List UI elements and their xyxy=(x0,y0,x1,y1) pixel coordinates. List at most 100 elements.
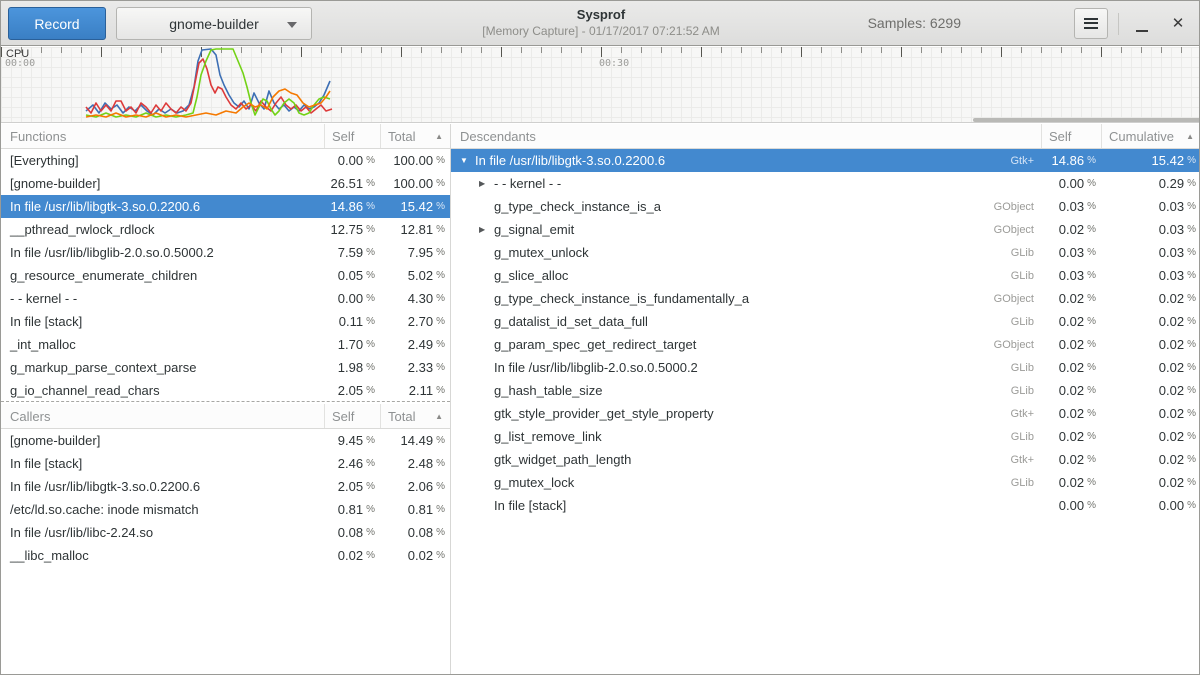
total-percent: 2.11% xyxy=(380,379,450,402)
expander-closed-icon[interactable]: ▶ xyxy=(479,225,494,234)
function-name: g_list_remove_link xyxy=(494,429,602,444)
function-name: g_type_check_instance_is_fundamentally_a xyxy=(494,291,749,306)
descendants-table-row[interactable]: gtk_style_provider_get_style_propertyGtk… xyxy=(451,402,1200,425)
column-header-self[interactable]: Self xyxy=(324,124,380,148)
sysprof-window: Record gnome-builder Sysprof [Memory Cap… xyxy=(0,0,1200,675)
self-percent: 0.00% xyxy=(1041,172,1101,195)
function-name: In file [stack] xyxy=(1,452,324,475)
column-header-descendants[interactable]: Descendants xyxy=(451,124,1041,148)
cumulative-percent: 0.02% xyxy=(1101,471,1200,494)
cumulative-percent: 0.00% xyxy=(1101,494,1200,517)
library-tag: GLib xyxy=(1011,431,1034,443)
descendants-table-row[interactable]: In file /usr/lib/libglib-2.0.so.0.5000.2… xyxy=(451,356,1200,379)
functions-table-row[interactable]: g_markup_parse_context_parse1.98%2.33% xyxy=(1,356,450,379)
callers-table-row[interactable]: [gnome-builder]9.45%14.49% xyxy=(1,429,450,452)
library-tag: GObject xyxy=(994,293,1034,305)
function-name: - - kernel - - xyxy=(494,176,561,191)
column-header-cumulative[interactable]: Cumulative ▲ xyxy=(1101,124,1200,148)
descendants-table-row[interactable]: g_type_check_instance_is_aGObject0.03%0.… xyxy=(451,195,1200,218)
column-header-functions[interactable]: Functions xyxy=(1,124,324,148)
time-label-mid: 00:30 xyxy=(599,58,629,69)
functions-table-row[interactable]: - - kernel - -0.00%4.30% xyxy=(1,287,450,310)
target-process-dropdown[interactable]: gnome-builder xyxy=(116,7,312,40)
callers-table-row[interactable]: /etc/ld.so.cache: inode mismatch0.81%0.8… xyxy=(1,498,450,521)
callers-table-row[interactable]: In file [stack]2.46%2.48% xyxy=(1,452,450,475)
total-percent: 2.48% xyxy=(380,452,450,475)
expander-open-icon[interactable]: ▼ xyxy=(460,156,475,165)
function-name: g_markup_parse_context_parse xyxy=(1,356,324,379)
cumulative-percent: 0.02% xyxy=(1101,356,1200,379)
graph-scrollbar-thumb[interactable] xyxy=(973,118,1200,122)
descendant-name-cell: g_mutex_unlockGLib xyxy=(451,241,1041,264)
descendants-table-row[interactable]: g_list_remove_linkGLib0.02%0.02% xyxy=(451,425,1200,448)
column-header-self[interactable]: Self xyxy=(1041,124,1101,148)
function-name: In file /usr/lib/libgtk-3.so.0.2200.6 xyxy=(1,475,324,498)
callers-table-row[interactable]: In file /usr/lib/libgtk-3.so.0.2200.62.0… xyxy=(1,475,450,498)
self-percent: 9.45% xyxy=(324,429,380,452)
library-tag: GLib xyxy=(1011,477,1034,489)
self-percent: 0.02% xyxy=(1041,287,1101,310)
close-button[interactable]: ✕ xyxy=(1163,9,1193,39)
functions-table-row[interactable]: g_resource_enumerate_children0.05%5.02% xyxy=(1,264,450,287)
total-percent: 4.30% xyxy=(380,287,450,310)
descendants-table-row[interactable]: g_param_spec_get_redirect_targetGObject0… xyxy=(451,333,1200,356)
functions-table-row[interactable]: _int_malloc1.70%2.49% xyxy=(1,333,450,356)
descendants-table-row[interactable]: g_slice_allocGLib0.03%0.03% xyxy=(451,264,1200,287)
function-name: g_datalist_id_set_data_full xyxy=(494,314,648,329)
hamburger-icon xyxy=(1084,18,1098,29)
function-name: g_type_check_instance_is_a xyxy=(494,199,661,214)
descendants-table-row[interactable]: In file [stack]0.00%0.00% xyxy=(451,494,1200,517)
total-percent: 7.95% xyxy=(380,241,450,264)
function-name: [gnome-builder] xyxy=(1,429,324,452)
callers-table-row[interactable]: __libc_malloc0.02%0.02% xyxy=(1,544,450,567)
descendants-table-row[interactable]: ▼In file /usr/lib/libgtk-3.so.0.2200.6Gt… xyxy=(451,149,1200,172)
self-percent: 2.05% xyxy=(324,379,380,402)
functions-table-header: Functions Self Total ▲ xyxy=(1,124,450,149)
total-percent: 5.02% xyxy=(380,264,450,287)
minimize-icon xyxy=(1136,30,1148,32)
self-percent: 0.02% xyxy=(1041,379,1101,402)
cpu-graph[interactable]: CPU 00:00 00:30 xyxy=(1,47,1200,123)
record-button[interactable]: Record xyxy=(8,7,106,40)
minimize-button[interactable] xyxy=(1127,9,1157,39)
functions-table-row[interactable]: In file /usr/lib/libglib-2.0.so.0.5000.2… xyxy=(1,241,450,264)
total-percent: 2.33% xyxy=(380,356,450,379)
descendant-name-cell: In file [stack] xyxy=(451,494,1041,517)
self-percent: 0.81% xyxy=(324,498,380,521)
functions-table-row[interactable]: __pthread_rwlock_rdlock12.75%12.81% xyxy=(1,218,450,241)
expander-closed-icon[interactable]: ▶ xyxy=(479,179,494,188)
descendant-name-cell: gtk_widget_path_lengthGtk+ xyxy=(451,448,1041,471)
function-name: In file /usr/lib/libc-2.24.so xyxy=(1,521,324,544)
descendants-table-row[interactable]: ▶- - kernel - -0.00%0.29% xyxy=(451,172,1200,195)
library-tag: GLib xyxy=(1011,362,1034,374)
column-header-self[interactable]: Self xyxy=(324,404,380,428)
functions-table-row[interactable]: [Everything]0.00%100.00% xyxy=(1,149,450,172)
column-header-total[interactable]: Total ▲ xyxy=(380,404,450,428)
descendants-table-row[interactable]: g_hash_table_sizeGLib0.02%0.02% xyxy=(451,379,1200,402)
descendants-table-row[interactable]: g_type_check_instance_is_fundamentally_a… xyxy=(451,287,1200,310)
menu-button[interactable] xyxy=(1074,8,1108,39)
descendants-table-row[interactable]: g_mutex_lockGLib0.02%0.02% xyxy=(451,471,1200,494)
callers-table-row[interactable]: In file /usr/lib/libc-2.24.so0.08%0.08% xyxy=(1,521,450,544)
total-percent: 0.08% xyxy=(380,521,450,544)
function-name: [gnome-builder] xyxy=(1,172,324,195)
self-percent: 0.02% xyxy=(1041,310,1101,333)
functions-table-row[interactable]: [gnome-builder]26.51%100.00% xyxy=(1,172,450,195)
descendants-table-row[interactable]: gtk_widget_path_lengthGtk+0.02%0.02% xyxy=(451,448,1200,471)
functions-table-row[interactable]: In file /usr/lib/libgtk-3.so.0.2200.614.… xyxy=(1,195,450,218)
descendants-table-row[interactable]: g_datalist_id_set_data_fullGLib0.02%0.02… xyxy=(451,310,1200,333)
descendants-table-row[interactable]: g_mutex_unlockGLib0.03%0.03% xyxy=(451,241,1200,264)
descendants-table-row[interactable]: ▶g_signal_emitGObject0.02%0.03% xyxy=(451,218,1200,241)
function-name: - - kernel - - xyxy=(1,287,324,310)
functions-table: Functions Self Total ▲ [Everything]0.00%… xyxy=(1,124,450,402)
functions-table-row[interactable]: g_io_channel_read_chars2.05%2.11% xyxy=(1,379,450,402)
function-name: g_signal_emit xyxy=(494,222,574,237)
chevron-down-icon xyxy=(287,22,297,28)
column-header-callers[interactable]: Callers xyxy=(1,404,324,428)
functions-table-row[interactable]: In file [stack]0.11%2.70% xyxy=(1,310,450,333)
descendant-name-cell: g_list_remove_link GLib xyxy=(451,425,1041,448)
library-tag: Gtk+ xyxy=(1010,155,1034,167)
cumulative-percent: 0.02% xyxy=(1101,402,1200,425)
column-header-total[interactable]: Total ▲ xyxy=(380,124,450,148)
function-name: In file [stack] xyxy=(1,310,324,333)
